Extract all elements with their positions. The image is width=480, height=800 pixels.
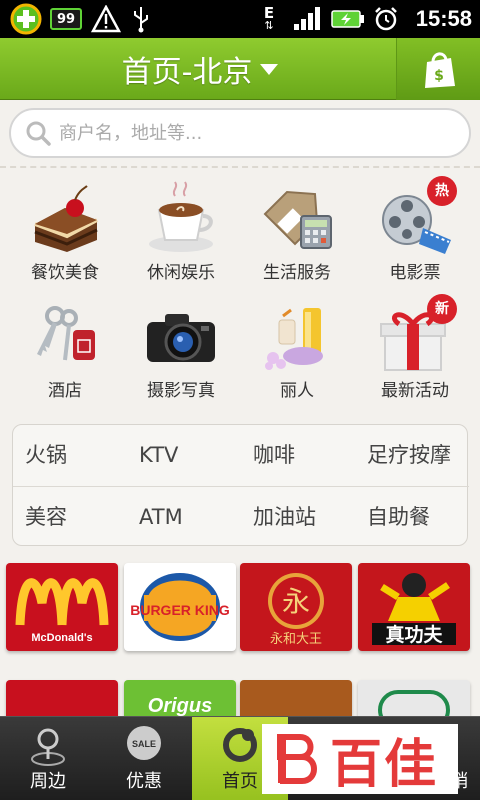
category-movie-tickets[interactable]: 热 电影票: [360, 176, 470, 290]
edge-data-icon: E ⇅: [263, 4, 275, 32]
watermark-mark: [277, 734, 317, 784]
keyword-coffee[interactable]: 咖啡: [241, 425, 355, 485]
sale-tag-text: SALE: [132, 739, 156, 749]
cosmetics-icon: [257, 298, 337, 374]
keyword-beauty[interactable]: 美容: [13, 487, 127, 547]
brand-mcdonalds[interactable]: McDonald's: [6, 563, 118, 651]
category-label: 餐饮美食: [31, 263, 99, 283]
watermark-text: 百佳: [330, 734, 439, 795]
category-label: 生活服务: [263, 263, 331, 283]
new-badge: 新: [427, 294, 457, 324]
category-photography[interactable]: 摄影写真: [126, 298, 236, 408]
keyword-gas-station[interactable]: 加油站: [241, 487, 355, 547]
category-hotel[interactable]: 酒店: [10, 298, 120, 408]
yonghe-logo-char: 永: [282, 585, 310, 618]
yonghe-logo: 永 永和大王: [268, 573, 324, 647]
category-label: 酒店: [48, 381, 82, 401]
alarm-icon: [372, 0, 400, 38]
coffee-icon: [141, 180, 221, 256]
keyword-ktv[interactable]: KTV: [127, 425, 241, 485]
category-food[interactable]: 餐饮美食: [10, 180, 120, 290]
keyword-buffet[interactable]: 自助餐: [355, 487, 469, 547]
svg-text:$: $: [434, 68, 444, 84]
map-pin-icon: [31, 728, 65, 766]
mcdonalds-text: McDonald's: [31, 632, 92, 644]
keyword-atm[interactable]: ATM: [127, 487, 241, 547]
shopping-bag-button[interactable]: $: [396, 38, 480, 100]
battery-charging-icon: [330, 0, 366, 38]
usb-icon: [128, 0, 154, 38]
home-icon: [223, 728, 257, 762]
category-beauty[interactable]: 丽人: [242, 298, 352, 408]
zhengongfu-logo: 真功夫: [372, 573, 456, 646]
keys-icon: [25, 298, 105, 374]
chevron-down-icon: [260, 63, 279, 75]
brand-tile-8[interactable]: [358, 680, 470, 720]
origus-text: Origus: [148, 695, 212, 717]
category-grid: 餐饮美食 休闲娱乐 生活服务 热 电影票 酒店 摄影写真 丽人 新 最新活动: [0, 176, 480, 410]
film-reel-icon: 热: [375, 176, 457, 256]
category-services[interactable]: 生活服务: [242, 180, 352, 290]
brand-tile-5[interactable]: [6, 680, 118, 720]
status-bar: 99 E ⇅ 15:58: [0, 0, 480, 38]
keyword-hotpot[interactable]: 火锅: [13, 425, 127, 485]
keyword-foot-massage[interactable]: 足疗按摩: [355, 425, 469, 485]
category-leisure[interactable]: 休闲娱乐: [126, 180, 236, 290]
warning-icon: [90, 0, 122, 38]
gift-icon: 新: [375, 294, 457, 374]
category-label: 丽人: [280, 381, 314, 401]
search-input[interactable]: [59, 122, 459, 144]
category-label: 电影票: [389, 263, 441, 283]
category-latest-events[interactable]: 新 最新活动: [360, 294, 470, 408]
category-label: 摄影写真: [147, 381, 215, 401]
brand-zhengongfu[interactable]: 真功夫: [358, 563, 470, 651]
brand-burger-king[interactable]: BURGER KING: [124, 563, 236, 651]
tab-label: 周边: [30, 771, 66, 792]
tab-nearby[interactable]: 周边: [0, 717, 96, 800]
keyword-row: 美容 ATM 加油站 自助餐: [13, 486, 469, 546]
tab-label: 优惠: [126, 771, 162, 792]
tag-calculator-icon: [257, 180, 337, 256]
app-header: 首页-北京 $: [0, 38, 480, 100]
search-icon: [26, 121, 51, 146]
brand-origus[interactable]: Origus: [124, 680, 236, 720]
origus-logo: Origus: [148, 695, 212, 717]
zhengongfu-text: 真功夫: [385, 623, 443, 646]
brand-tile-7[interactable]: [240, 680, 352, 720]
burger-king-logo: BURGER KING: [130, 573, 230, 641]
brand-yonghe[interactable]: 永 永和大王: [240, 563, 352, 651]
app-plus-icon: [8, 0, 44, 38]
network-type-label: E: [263, 4, 275, 22]
camera-icon: [141, 298, 221, 374]
battery-badge-icon: 99: [50, 8, 82, 30]
category-label: 最新活动: [381, 381, 449, 401]
city-selector[interactable]: 首页-北京: [0, 38, 400, 100]
shopping-bag-icon: $: [424, 52, 455, 88]
signal-icon: [290, 0, 324, 38]
cake-icon: [25, 180, 105, 256]
burger-king-text: BURGER KING: [130, 602, 230, 618]
watermark-logo: 百佳: [262, 724, 458, 795]
mcdonalds-logo: McDonald's: [15, 578, 109, 644]
search-section: [0, 100, 480, 168]
page-title: 首页-北京: [121, 55, 253, 90]
tab-deals[interactable]: SALE 优惠: [96, 717, 192, 800]
search-box[interactable]: [9, 108, 471, 158]
hot-keywords-panel: 火锅 KTV 咖啡 足疗按摩 美容 ATM 加油站 自助餐: [12, 424, 469, 546]
yonghe-text: 永和大王: [270, 632, 322, 647]
status-time: 15:58: [415, 6, 472, 31]
sale-tag-icon: SALE: [127, 726, 161, 760]
category-label: 休闲娱乐: [147, 263, 215, 283]
hot-badge: 热: [427, 176, 457, 206]
keyword-row: 火锅 KTV 咖啡 足疗按摩: [13, 425, 469, 485]
